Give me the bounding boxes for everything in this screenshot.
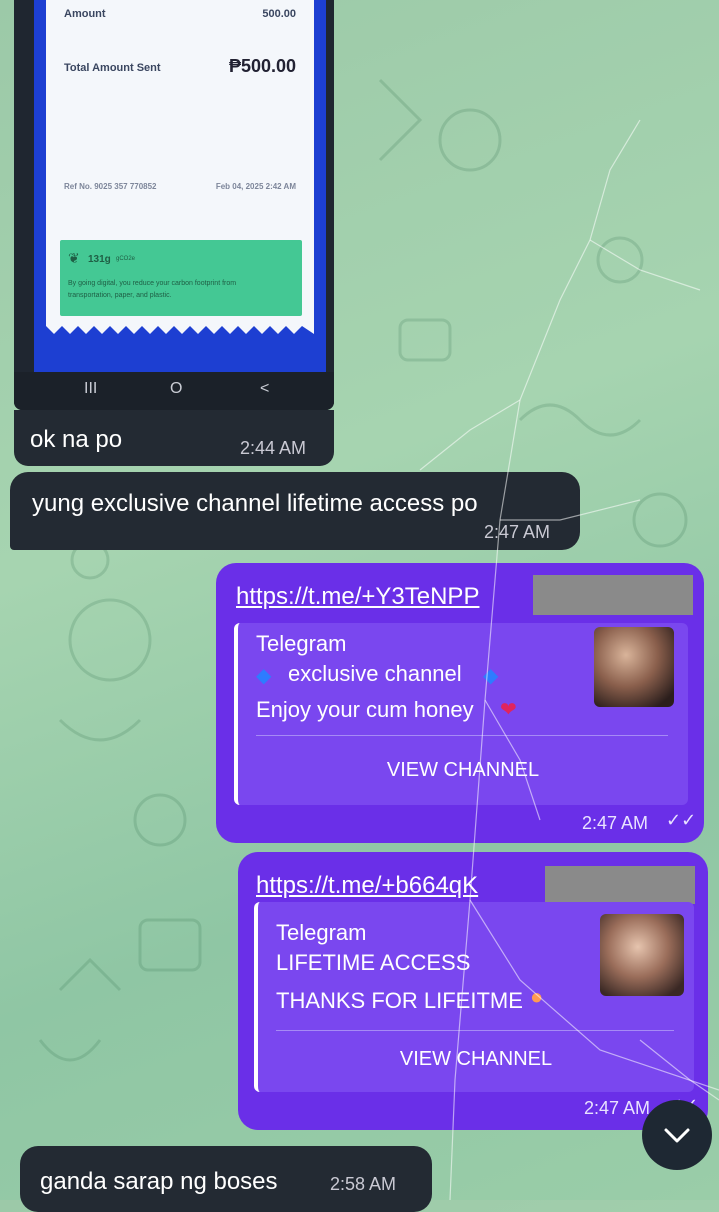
recents-icon: III — [84, 380, 98, 397]
link-preview-card[interactable]: Telegram LIFETIME ACCESS THANKS FOR LIFE… — [254, 902, 694, 1092]
message-time: 2:44 AM — [240, 438, 307, 458]
preview-title: LIFETIME ACCESS — [276, 950, 471, 975]
home-icon: O — [170, 380, 183, 397]
receipt-frame: Amount 500.00 Total Amount Sent ₱500.00 … — [34, 0, 326, 372]
message-time: 2:47 AM — [582, 813, 649, 833]
payment-receipt: Amount 500.00 Total Amount Sent ₱500.00 … — [46, 0, 314, 336]
outgoing-link-message[interactable]: https://t.me/+Y3TeNPP Telegram ◆ exclusi… — [216, 563, 704, 843]
back-icon: < — [260, 380, 270, 397]
amount-value: 500.00 — [262, 8, 296, 20]
view-channel-button[interactable]: VIEW CHANNEL — [238, 759, 688, 782]
incoming-message[interactable]: ganda sarap ng boses 2:58 AM — [20, 1146, 432, 1212]
total-label: Total Amount Sent — [64, 62, 161, 74]
message-time: 2:47 AM — [484, 522, 551, 542]
preview-site-name: Telegram — [276, 920, 367, 945]
eco-title: 131g — [88, 254, 111, 265]
phone-nav-bar: III O < — [14, 372, 334, 410]
eco-text: By going digital, you reduce your carbon… — [68, 280, 237, 299]
preview-description: THANKS FOR LIFEITME — [276, 988, 523, 1013]
message-text: yung exclusive channel lifetime access p… — [32, 490, 478, 517]
receipt-zigzag-edge — [46, 326, 314, 336]
kiss-mark-icon: ❤ — [500, 699, 517, 721]
diamond-icon: ◆ — [483, 665, 499, 687]
preview-divider — [256, 735, 668, 736]
eco-unit: gCO2e — [116, 256, 136, 262]
payment-screenshot-image[interactable]: Amount 500.00 Total Amount Sent ₱500.00 … — [14, 0, 334, 410]
double-check-icon: ✓✓ — [666, 810, 697, 830]
view-channel-button[interactable]: VIEW CHANNEL — [258, 1048, 694, 1071]
message-text: ok na po — [30, 426, 123, 453]
leaf-icon: ❦ — [68, 250, 80, 266]
preview-site-name: Telegram — [256, 631, 347, 656]
incoming-message[interactable]: yung exclusive channel lifetime access p… — [10, 472, 580, 550]
preview-thumbnail — [594, 627, 674, 707]
message-time: 2:58 AM — [330, 1174, 397, 1194]
ref-date: Feb 04, 2025 2:42 AM — [215, 182, 296, 191]
ref-number: Ref No. 9025 357 770852 — [64, 182, 157, 191]
preview-thumbnail — [600, 914, 684, 996]
link-preview-card[interactable]: Telegram ◆ exclusive channel ◆ Enjoy you… — [234, 623, 688, 805]
message-time: 2:47 AM — [584, 1098, 651, 1118]
diamond-icon: ◆ — [256, 665, 272, 687]
preview-divider — [276, 1030, 674, 1031]
message-text: ganda sarap ng boses — [40, 1168, 278, 1195]
total-value: ₱500.00 — [228, 56, 296, 76]
channel-link[interactable]: https://t.me/+Y3TeNPP — [236, 583, 479, 611]
eco-banner: ❦ 131g gCO2e By going digital, you reduc… — [60, 240, 302, 316]
amount-label: Amount — [64, 8, 106, 20]
outgoing-link-message[interactable]: https://t.me/+b664qK Telegram LIFETIME A… — [238, 852, 708, 1130]
redaction-box — [533, 575, 693, 615]
preview-title: exclusive channel — [288, 661, 462, 686]
peach-icon: ● — [530, 984, 544, 1009]
channel-link[interactable]: https://t.me/+b664qK — [256, 872, 478, 900]
redaction-box — [545, 866, 695, 904]
preview-description: Enjoy your cum honey — [256, 697, 474, 722]
chevron-down-icon — [664, 1128, 690, 1143]
incoming-message[interactable]: ok na po 2:44 AM — [14, 410, 334, 466]
scroll-down-button[interactable] — [642, 1100, 712, 1170]
